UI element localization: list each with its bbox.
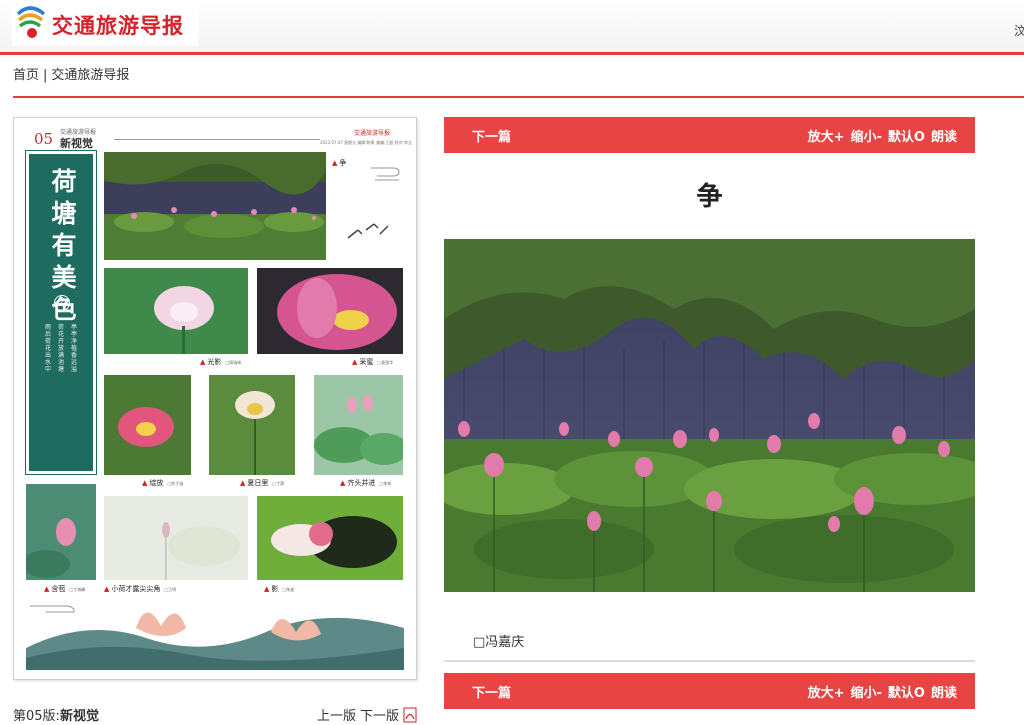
pdf-download-icon[interactable] (403, 707, 417, 723)
paper-lotus-illustration (26, 605, 404, 670)
next-edition-link[interactable]: 下一版 (360, 709, 399, 724)
article-toolbar-top: 下一篇 放大+ 缩小- 默认O 朗读 (444, 117, 975, 153)
breadcrumb-current-link[interactable]: 交通旅游导报 (51, 68, 129, 83)
paper-photo-vine-wall[interactable] (104, 152, 326, 260)
reading-tools: 放大+ 缩小- 默认O 朗读 (802, 682, 957, 701)
paper-footer: 第05版:新视觉 上一版 下一版 (13, 705, 417, 725)
article-photo[interactable] (444, 239, 975, 592)
paper-photo-bloom[interactable] (104, 375, 191, 475)
default-size-button[interactable]: 默认O (888, 130, 925, 145)
prev-edition-link[interactable]: 上一版 (317, 709, 356, 724)
paper-photo-little-lotus[interactable] (104, 496, 248, 580)
default-size-button[interactable]: 默认O (888, 686, 925, 701)
edition-nav: 上一版 下一版 (313, 705, 417, 724)
paper-caption: ▲ 采蜜 □袁银华 (352, 358, 394, 366)
caption-triangle-icon: ▲ (332, 159, 338, 167)
paper-brand: 交通旅游导报 (354, 130, 391, 137)
zoom-in-button[interactable]: 放大+ (808, 130, 845, 145)
reading-tools: 放大+ 缩小- 默认O 朗读 (802, 126, 957, 145)
paper-photo-side-by-side[interactable] (314, 375, 403, 475)
zoom-out-button[interactable]: 缩小- (851, 130, 882, 145)
article-title: 争 (696, 182, 723, 212)
article-toolbar-bottom: 下一篇 放大+ 缩小- 默认O 朗读 (444, 673, 975, 709)
section-divider (13, 96, 1024, 98)
edition-name: 新视觉 (59, 709, 99, 724)
paper-caption-top: ▲ 争 (332, 159, 347, 167)
paper-header: 05 交通旅游导报 新视觉 交通旅游导报 2023.07.07 星期五 编辑:陈… (14, 118, 416, 152)
feature-title-panel: 荷塘有美色 ② 雨后荷花出水中 荷花开放满池塘 亭亭净植香远溢 (25, 150, 97, 475)
paper-caption: ▲ 绽放 □徐子涵 (142, 479, 184, 487)
feature-number: ② (54, 295, 70, 311)
feature-side-text: 雨后荷花出水中 (45, 324, 52, 373)
decorative-cloud-icon (371, 167, 400, 181)
read-aloud-button[interactable]: 朗读 (931, 130, 957, 145)
caption-triangle-icon: ▲ (240, 479, 246, 487)
paper-photo-bee[interactable] (257, 268, 403, 354)
breadcrumb-separator: | (43, 68, 48, 83)
feature-side-text: 荷花开放满池塘 (58, 324, 65, 373)
logo-text: 交通旅游导报 (52, 14, 184, 38)
zoom-in-button[interactable]: 放大+ (808, 686, 845, 701)
site-logo[interactable]: 交通旅游导报 (12, 2, 198, 46)
next-article-link[interactable]: 下一篇 (472, 126, 511, 145)
paper-caption: ▲ 夏日里 □丁燕 (240, 479, 285, 487)
feature-side-text: 亭亭净植香远溢 (71, 324, 78, 373)
read-aloud-button[interactable]: 朗读 (931, 686, 957, 701)
logo-mark-icon (16, 6, 46, 38)
paper-photo-shadow[interactable] (257, 496, 403, 580)
paper-caption: ▲ 齐头并进 □李林 (340, 479, 392, 487)
paper-header-rule (114, 139, 320, 140)
next-article-link[interactable]: 下一篇 (472, 682, 511, 701)
edition-label: 第05版:新视觉 (13, 709, 99, 724)
article-divider (444, 660, 975, 662)
header-right-text[interactable]: 汶 (1014, 22, 1024, 39)
paper-caption: ▲ 光影 □周瑞琦 (200, 358, 242, 366)
caption-triangle-icon: ▲ (200, 358, 206, 366)
article-author: □冯嘉庆 (473, 635, 525, 650)
breadcrumb: 首页 | 交通旅游导报 (13, 64, 129, 83)
newspaper-page-thumbnail[interactable]: 05 交通旅游导报 新视觉 交通旅游导报 2023.07.07 星期五 编辑:陈… (13, 117, 417, 680)
paper-photo-light[interactable] (104, 268, 248, 354)
paper-page-number: 05 (34, 130, 54, 148)
zoom-out-button[interactable]: 缩小- (851, 686, 882, 701)
header-divider (0, 52, 1024, 55)
breadcrumb-home-link[interactable]: 首页 (13, 68, 39, 83)
paper-photo-bud[interactable] (26, 484, 96, 580)
caption-triangle-icon: ▲ (142, 479, 148, 487)
decorative-birds-icon (347, 223, 389, 239)
paper-photo-summer[interactable] (209, 375, 295, 475)
caption-triangle-icon: ▲ (340, 479, 346, 487)
caption-triangle-icon: ▲ (352, 358, 358, 366)
site-header: 交通旅游导报 汶 (0, 0, 1024, 52)
paper-date-line: 2023.07.07 星期五 编辑:陈果 美编:王超 校对:李立 (320, 140, 413, 145)
paper-edition-name: 新视觉 (60, 137, 93, 150)
